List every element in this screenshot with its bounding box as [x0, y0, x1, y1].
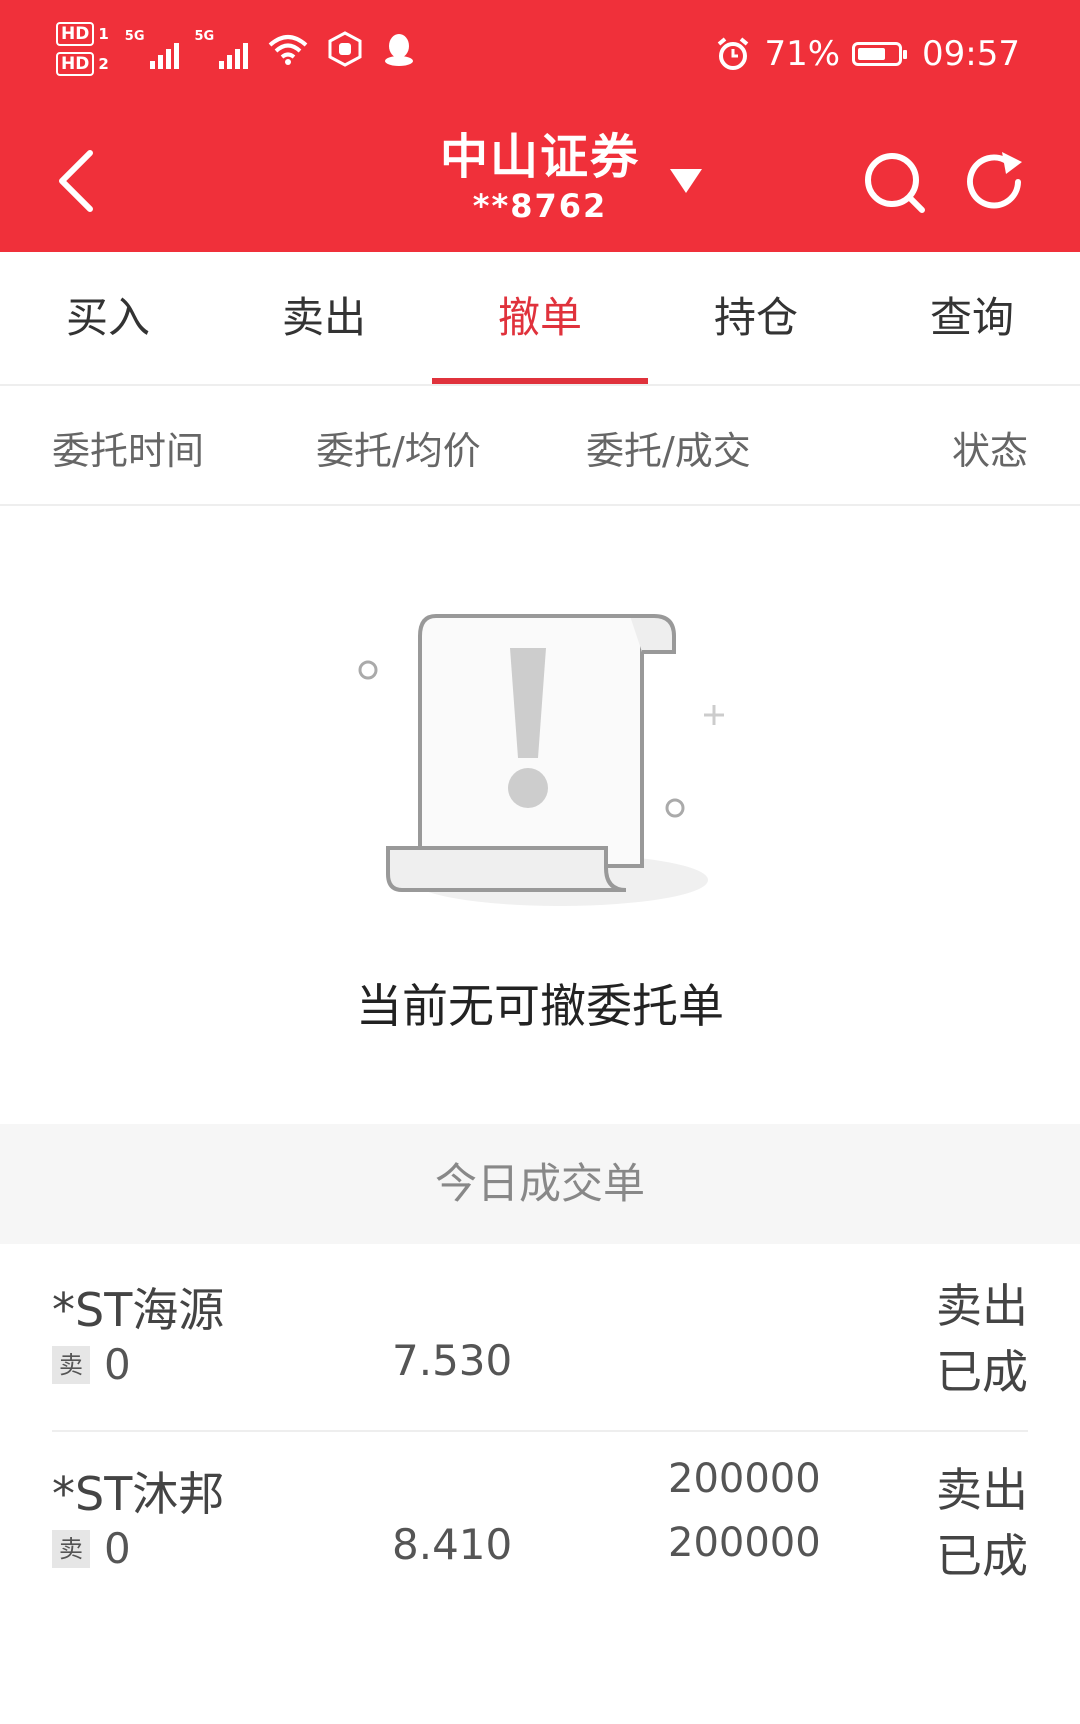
tab-sell[interactable]: 卖出: [216, 252, 432, 384]
alarm-icon: [718, 37, 749, 70]
column-order-price: 委托/均价: [316, 429, 481, 473]
battery-percent: 71%: [764, 34, 841, 74]
search-icon[interactable]: [860, 148, 930, 218]
refresh-icon[interactable]: [962, 148, 1032, 218]
tab-query[interactable]: 查询: [864, 252, 1080, 384]
qq-icon: [385, 34, 414, 66]
filled-quantity: 200000: [668, 1520, 821, 1566]
trade-direction: 卖出: [936, 1463, 1028, 1517]
avg-price: 7.530: [392, 1336, 513, 1385]
stock-name: *ST沐邦: [52, 1467, 225, 1521]
column-order-time: 委托时间: [52, 429, 205, 473]
sell-badge: 卖: [52, 1346, 90, 1384]
avg-price: 8.410: [392, 1520, 513, 1569]
signal-icon: 5G: [125, 29, 179, 69]
trade-row[interactable]: *ST海源 卖 0 7.530 卖出 已成: [52, 1248, 1028, 1432]
stock-code: 0: [104, 1524, 131, 1573]
battery-icon: [852, 42, 908, 66]
trade-status: 已成: [936, 1345, 1028, 1399]
stock-name: *ST海源: [52, 1283, 225, 1337]
wifi-icon: [268, 35, 308, 65]
sell-badge: 卖: [52, 1530, 90, 1568]
order-quantity: 200000: [668, 1456, 821, 1502]
trade-tabs: 买入 卖出 撤单 持仓 查询: [0, 252, 1080, 386]
tab-buy[interactable]: 买入: [0, 252, 216, 384]
hexagon-hand-icon: [328, 31, 362, 67]
trade-row[interactable]: *ST沐邦 卖 0 8.410 200000 200000 卖出 已成: [52, 1432, 1028, 1614]
dropdown-triangle-icon[interactable]: [668, 165, 704, 195]
sim2-hd-badge: HD: [56, 52, 95, 76]
status-bar-left: HD 1 HD 2 5G 5G: [56, 22, 416, 76]
signal-icon: 5G: [195, 29, 249, 69]
app-header: HD 1 HD 2 5G 5G 71% 09:57 中山证券 **8762: [0, 0, 1080, 252]
clock: 09:57: [922, 34, 1020, 74]
trade-direction: 卖出: [936, 1279, 1028, 1333]
order-column-header: 委托时间 委托/均价 委托/成交 状态: [0, 386, 1080, 506]
trade-status: 已成: [936, 1529, 1028, 1583]
empty-state-message: 当前无可撤委托单: [356, 979, 724, 1033]
column-status: 状态: [951, 429, 1028, 473]
stock-code: 0: [104, 1340, 131, 1389]
tab-cancel[interactable]: 撤单: [432, 252, 648, 384]
empty-document-icon: [358, 614, 724, 906]
column-order-fill: 委托/成交: [586, 429, 751, 473]
sim1-hd-badge: HD: [56, 22, 95, 46]
status-bar-right: 71% 09:57: [714, 34, 1020, 74]
today-trades-title: 今日成交单: [0, 1124, 1080, 1244]
tab-positions[interactable]: 持仓: [648, 252, 864, 384]
